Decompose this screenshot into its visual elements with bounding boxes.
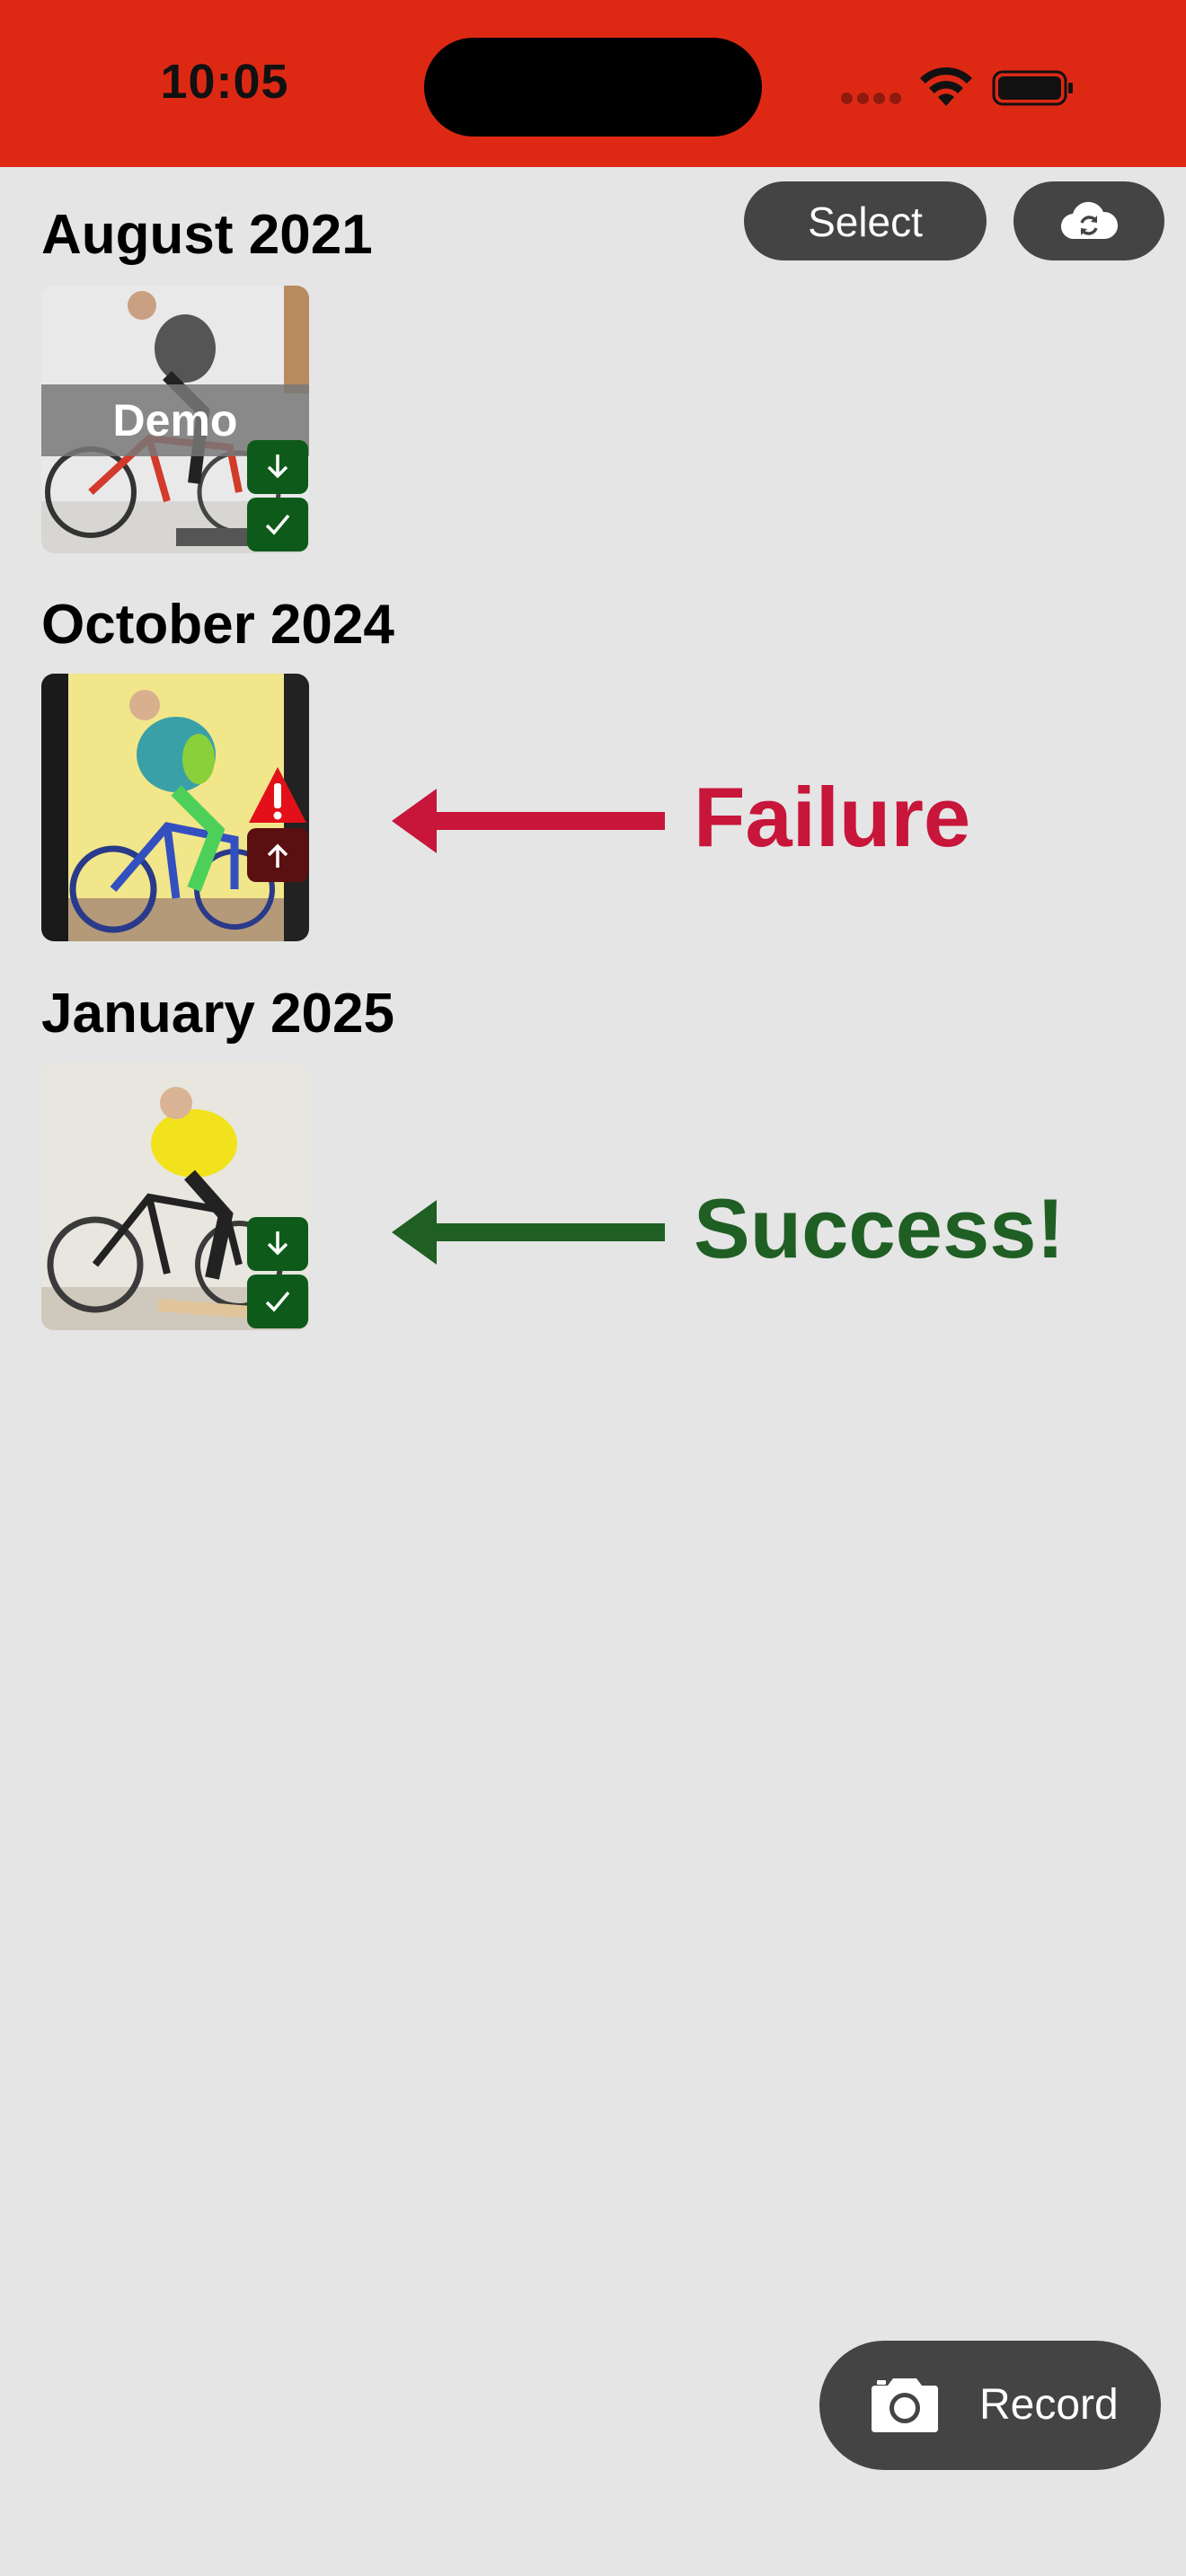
section-title-october-2024: October 2024 [41, 594, 394, 656]
download-badge [247, 440, 308, 494]
cloud-sync-button[interactable] [1013, 181, 1164, 260]
dynamic-island [424, 38, 762, 137]
wifi-icon [920, 66, 972, 106]
video-thumbnail-demo[interactable]: Demo [41, 286, 309, 553]
select-button[interactable]: Select [744, 181, 987, 260]
download-icon [267, 1231, 288, 1256]
section-title-january-2025: January 2025 [41, 983, 394, 1045]
upload-icon [267, 843, 288, 868]
checkmark-icon [265, 1291, 290, 1312]
checkmark-badge [247, 1275, 308, 1328]
download-icon [267, 454, 288, 479]
warning-icon [249, 767, 306, 823]
section-title-august-2021: August 2021 [41, 204, 373, 266]
status-time: 10:05 [160, 55, 289, 109]
cloud-sync-icon [1060, 201, 1118, 240]
record-button[interactable]: Record [819, 2341, 1161, 2470]
checkmark-badge [247, 498, 308, 551]
cellular-signal-icon [841, 93, 902, 105]
status-bar: 10:05 [0, 0, 1186, 167]
success-label: Success! [694, 1181, 1065, 1275]
app-screen: 10:05 Select August 2021 Demo October 20… [0, 0, 1186, 2576]
checkmark-icon [265, 514, 290, 535]
record-label: Record [979, 2381, 1119, 2429]
failure-arrow-icon [392, 789, 665, 853]
battery-icon [992, 70, 1073, 106]
failure-label: Failure [694, 770, 971, 864]
success-arrow-icon [392, 1200, 665, 1265]
upload-badge [247, 828, 308, 882]
camera-icon [872, 2378, 938, 2432]
video-thumbnail-october[interactable] [41, 674, 309, 941]
video-thumbnail-january[interactable] [41, 1063, 309, 1330]
download-badge [247, 1217, 308, 1271]
